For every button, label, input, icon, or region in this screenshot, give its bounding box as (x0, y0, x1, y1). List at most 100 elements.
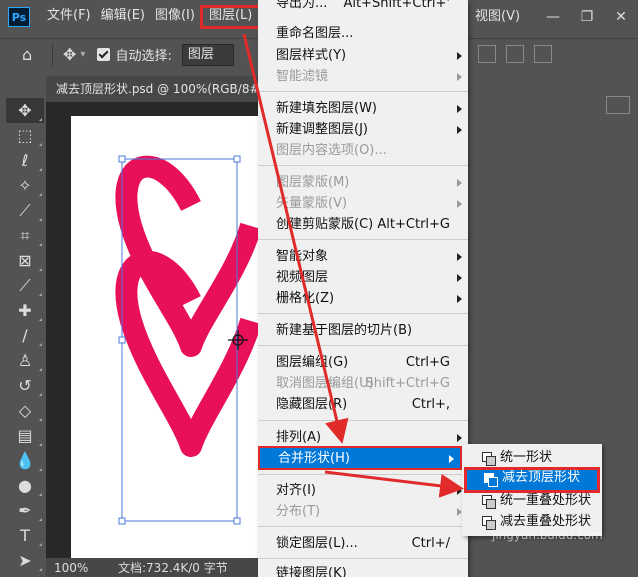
chevron-down-icon[interactable]: ▾ (80, 49, 85, 60)
menu-item-new-layer-slice[interactable]: 新建基于图层的切片(B) (258, 320, 468, 341)
menu-separator (258, 420, 468, 421)
photoshop-logo: Ps (8, 7, 30, 27)
stamp-tool-icon[interactable]: ♙ (6, 348, 44, 373)
shortcut: Ctrl+G (405, 355, 450, 370)
menu-item-label: 新建填充图层(W) (276, 101, 377, 116)
submenu-item-label: 减去顶层形状 (502, 470, 581, 485)
align-icon[interactable] (478, 45, 496, 63)
menu-item-new-fill-layer[interactable]: 新建填充图层(W) (258, 98, 468, 119)
brush-selection-icon[interactable]: ⟋ (6, 198, 44, 223)
menu-item-rasterize[interactable]: 栅格化(Z) (258, 288, 468, 309)
exclude-overlap-icon (482, 516, 496, 530)
tools-panel: ✥ ⬚ ℓ ✧ ⟋ ⌗ ⊠ ⟋ ✚ ∕ ♙ ↺ ◇ ▤ 💧 ● ✒ T ➤ (6, 98, 44, 577)
move-tool-icon[interactable]: ✥ (63, 45, 76, 64)
menu-item-arrange[interactable]: 排列(A) (258, 427, 468, 448)
close-button[interactable]: ✕ (604, 0, 638, 34)
align-icon[interactable] (506, 45, 524, 63)
panel-button[interactable] (606, 96, 630, 114)
brush-tool-icon[interactable]: ∕ (6, 323, 44, 348)
menu-image[interactable]: 图像(I) (150, 5, 200, 27)
auto-select-label: 自动选择: (115, 49, 172, 64)
crop-tool-icon[interactable]: ⌗ (6, 223, 44, 248)
history-brush-icon[interactable]: ↺ (6, 373, 44, 398)
right-panel (600, 76, 638, 577)
menu-item-lock-layers[interactable]: 锁定图层(L)... Ctrl+/ (258, 533, 468, 554)
gradient-tool-icon[interactable]: ▤ (6, 423, 44, 448)
submenu-item-intersect-shapes[interactable]: 统一重叠处形状 (462, 490, 602, 512)
menu-item-create-clipping-mask[interactable]: 创建剪贴蒙版(C) Alt+Ctrl+G (258, 214, 468, 235)
menu-item-hide-layers[interactable]: 隐藏图层(R) Ctrl+, (258, 394, 468, 415)
transform-handle (118, 155, 126, 163)
menu-item-video-layer[interactable]: 视频图层 (258, 267, 468, 288)
healing-brush-icon[interactable]: ✚ (6, 298, 44, 323)
menu-item-label: 栅格化(Z) (276, 291, 335, 306)
menu-separator (258, 91, 468, 92)
path-selection-icon[interactable]: ➤ (6, 548, 44, 573)
dodge-tool-icon[interactable]: ● (6, 473, 44, 498)
submenu-arrow-icon (457, 105, 462, 113)
submenu-arrow-icon (457, 434, 462, 442)
lasso-tool-icon[interactable]: ℓ (6, 148, 44, 173)
type-tool-icon[interactable]: T (6, 523, 44, 548)
menu-item-link-layers[interactable]: 链接图层(K) (258, 563, 468, 577)
menu-item-label: 导出为... (276, 0, 328, 11)
menu-item-smart-filter: 智能滤镜 (258, 66, 468, 87)
zoom-level[interactable]: 100% (46, 561, 96, 575)
menu-item-label: 合并形状(H) (278, 451, 350, 466)
menu-view[interactable]: 视图(V) (470, 6, 525, 28)
menu-item-label: 视频图层 (276, 270, 329, 285)
heart-shapes (115, 155, 261, 525)
document-tab[interactable]: 减去顶层形状.psd @ 100%(RGB/8#) (46, 76, 276, 102)
document-canvas[interactable] (71, 116, 261, 558)
auto-select-checkbox[interactable] (97, 48, 111, 61)
submenu-arrow-icon (457, 52, 462, 60)
menu-separator (258, 345, 468, 346)
menu-file[interactable]: 文件(F) (42, 5, 96, 27)
frame-tool-icon[interactable]: ⊠ (6, 248, 44, 273)
menu-item-label: 新建基于图层的切片(B) (276, 323, 413, 338)
submenu-arrow-icon (457, 253, 462, 261)
home-icon[interactable]: ⌂ (22, 45, 42, 65)
submenu-arrow-icon (457, 274, 462, 282)
submenu-item-label: 减去重叠处形状 (500, 514, 592, 529)
intersect-shapes-icon (482, 495, 496, 509)
menu-item-export-as[interactable]: 导出为... Alt+Shift+Ctrl+' (258, 0, 468, 14)
menu-item-smart-object[interactable]: 智能对象 (258, 246, 468, 267)
menu-item-new-adjustment-layer[interactable]: 新建调整图层(J) (258, 119, 468, 140)
menu-item-ungroup-layers: 取消图层编组(U) Shift+Ctrl+G (258, 373, 468, 394)
menu-item-combine-shapes[interactable]: 合并形状(H) (258, 446, 462, 470)
blur-tool-icon[interactable]: 💧 (6, 448, 44, 473)
auto-select-dropdown[interactable]: 图层 (181, 43, 234, 66)
eraser-icon[interactable]: ◇ (6, 398, 44, 423)
marquee-tool-icon[interactable]: ⬚ (6, 123, 44, 148)
move-tool-icon[interactable]: ✥ (6, 98, 44, 123)
menu-item-label: 图层编组(G) (276, 355, 349, 370)
menu-edit[interactable]: 编辑(E) (96, 5, 150, 27)
menu-item-layer-style[interactable]: 图层样式(Y) (258, 45, 468, 66)
restore-button[interactable]: ❐ (570, 0, 604, 34)
menu-item-group-layers[interactable]: 图层编组(G) Ctrl+G (258, 352, 468, 373)
align-icon[interactable] (534, 45, 552, 63)
submenu-arrow-icon (457, 200, 462, 208)
shortcut: Ctrl+, (411, 397, 450, 412)
minimize-button[interactable]: — (536, 0, 570, 34)
menu-separator (258, 558, 468, 559)
menu-items: 文件(F) 编辑(E) 图像(I) 图层(L) (42, 5, 262, 29)
pen-tool-icon[interactable]: ✒ (6, 498, 44, 523)
menu-item-distribute: 分布(T) (258, 501, 468, 522)
eyedropper-icon[interactable]: ⟋ (6, 273, 44, 298)
menu-item-label: 矢量蒙版(V) (276, 196, 348, 211)
menu-separator (258, 526, 468, 527)
menu-item-rename-layer[interactable]: 重命名图层... (258, 23, 468, 44)
watermark: jingyan.baidu.com (492, 528, 603, 542)
menu-layer[interactable]: 图层(L) (199, 5, 262, 29)
submenu-arrow-icon (449, 455, 454, 463)
shortcut: Alt+Ctrl+G (377, 217, 450, 232)
subtract-front-shape-icon (484, 473, 498, 487)
submenu-item-label: 统一形状 (500, 450, 553, 465)
menu-separator (258, 313, 468, 314)
submenu-arrow-icon (457, 73, 462, 81)
magic-wand-icon[interactable]: ✧ (6, 173, 44, 198)
submenu-item-unite-shapes[interactable]: 统一形状 (462, 447, 602, 469)
menu-item-align[interactable]: 对齐(I) (258, 480, 468, 501)
